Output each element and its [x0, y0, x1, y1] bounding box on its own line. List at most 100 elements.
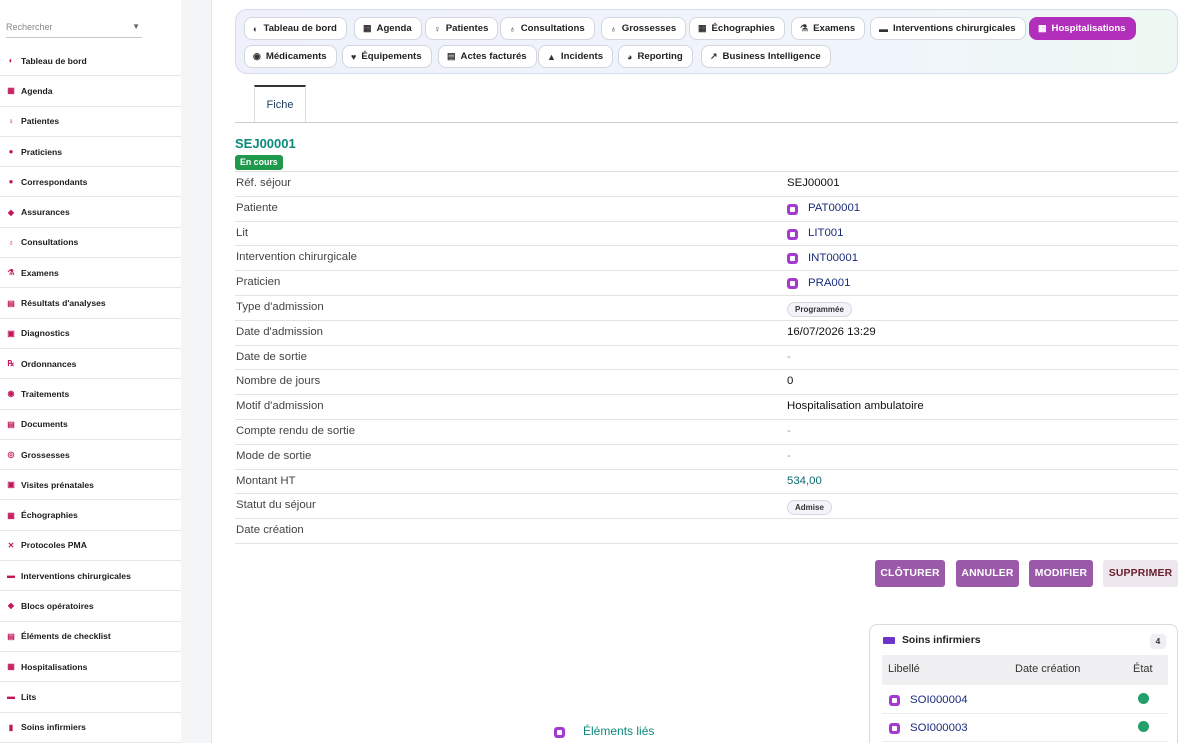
tab-agenda[interactable]: ▦ Agenda: [354, 17, 422, 40]
tab-incidents[interactable]: ▲ Incidents: [538, 45, 614, 68]
field-label: Compte rendu de sortie: [236, 424, 356, 437]
checklist-icon: ▤: [7, 631, 15, 641]
field-label: Lit: [236, 226, 249, 239]
invoice-icon: ▤: [447, 51, 456, 61]
field-row-date-d-admission: Date d'admission 16/07/2026 13:29: [235, 321, 1178, 346]
tab-business-intelligence[interactable]: ↗ Business Intelligence: [701, 45, 831, 68]
sidebar-item-praticiens[interactable]: ● Praticiens: [0, 137, 181, 168]
sidebar-item-lits[interactable]: ▬ Lits: [0, 682, 181, 713]
gauge-icon: ◐: [8, 56, 14, 66]
tab-interventions-chirurgicales[interactable]: ▬ Interventions chirurgicales: [870, 17, 1026, 40]
shield-icon: ◆: [7, 207, 15, 217]
field-label: Montant HT: [236, 474, 296, 487]
close-button[interactable]: CLÔTURER: [875, 560, 945, 587]
table-row[interactable]: SOI000004: [882, 686, 1168, 714]
warning-icon: ▲: [547, 51, 556, 62]
sidebar-item-soins-infirmiers[interactable]: ▮ Soins infirmiers: [0, 713, 181, 743]
sidebar-item-label: Échographies: [21, 510, 78, 521]
field-link[interactable]: PRA001: [787, 276, 850, 290]
sidebar-item-consultations[interactable]: ♁ Consultations: [0, 228, 181, 259]
sidebar-item-protocoles-pma[interactable]: ✕ Protocoles PMA: [0, 531, 181, 562]
tab-label: Interventions chirurgicales: [893, 23, 1016, 34]
field-label: Motif d'admission: [236, 400, 324, 413]
column-header-etat[interactable]: État: [1133, 663, 1153, 675]
edit-button[interactable]: MODIFIER: [1029, 560, 1093, 587]
field-row-patiente: Patiente PAT00001: [235, 197, 1178, 222]
record-link-icon: [889, 723, 900, 734]
pregnancy-icon: ♁: [610, 23, 617, 34]
tab-examens[interactable]: ⚗ Examens: [791, 17, 866, 40]
field-row-intervention-chirurgicale: Intervention chirurgicale INT00001: [235, 246, 1178, 272]
field-label: Date de sortie: [236, 350, 307, 363]
field-row-praticien: Praticien PRA001: [235, 271, 1178, 296]
cancel-button[interactable]: ANNULER: [956, 560, 1019, 587]
tab-label: Reporting: [637, 51, 683, 62]
sidebar-item-patientes[interactable]: ♀ Patientes: [0, 107, 181, 137]
sidebar-item-interventions-chirurgicales[interactable]: ▬ Interventions chirurgicales: [0, 561, 181, 592]
search-input[interactable]: Rechercher ▼: [6, 18, 142, 38]
tab-tableau-de-bord[interactable]: ◐ Tableau de bord: [244, 17, 347, 40]
sidebar-item-examens[interactable]: ⚗ Examens: [0, 258, 181, 289]
field-link[interactable]: INT00001: [787, 251, 858, 265]
sidebar-item-label: Blocs opératoires: [21, 600, 94, 611]
table-row[interactable]: SOI000003: [882, 714, 1168, 742]
stethoscope-icon: ♁: [8, 237, 14, 247]
female-icon: ♀: [434, 23, 441, 34]
tab-actes-factures[interactable]: ▤ Actes facturés: [438, 45, 537, 68]
tab-patientes[interactable]: ♀ Patientes: [425, 17, 499, 40]
tab-grossesses[interactable]: ♁ Grossesses: [601, 17, 687, 40]
column-header-libelle[interactable]: Libellé: [888, 663, 920, 675]
record-link-icon: [787, 253, 798, 265]
field-value: 534,00: [787, 474, 822, 487]
chevron-down-icon[interactable]: ▼: [132, 18, 140, 36]
sidebar-item-tableau-de-bord[interactable]: ◐ Tableau de bord: [0, 46, 181, 77]
soins-code-link[interactable]: SOI000003: [889, 721, 968, 734]
field-link[interactable]: PAT00001: [787, 202, 860, 215]
sidebar-item-correspondants[interactable]: ● Correspondants: [0, 167, 181, 198]
sidebar-item-echographies[interactable]: ▦ Échographies: [0, 500, 181, 531]
field-row-type-d-admission: Type d'admission Programmée: [235, 296, 1178, 321]
soins-code-link[interactable]: SOI000004: [889, 693, 968, 706]
tab-consultations[interactable]: ♁ Consultations: [500, 17, 595, 40]
sidebar-item-hospitalisations[interactable]: ▦ Hospitalisations: [0, 652, 181, 683]
field-label: Date d'admission: [236, 325, 324, 338]
tab-label: Hospitalisations: [1051, 23, 1126, 34]
sidebar-item-diagnostics[interactable]: ▣ Diagnostics: [0, 319, 181, 349]
related-elements-label: Éléments liés: [583, 724, 655, 738]
field-link-text: LIT001: [808, 227, 844, 240]
tab-medicaments[interactable]: ◉ Médicaments: [244, 45, 337, 68]
equipment-icon: ♥: [351, 51, 357, 62]
sidebar-item-traitements[interactable]: ◉ Traitements: [0, 379, 181, 410]
field-label: Patiente: [236, 201, 278, 214]
column-header-date[interactable]: Date création: [1015, 663, 1080, 675]
sidebar-item-blocs-operatoires[interactable]: ◆ Blocs opératoires: [0, 591, 181, 622]
related-elements-link[interactable]: Éléments liés: [554, 724, 654, 738]
line-chart-icon: ↗: [710, 51, 718, 61]
tab-echographies[interactable]: ▦ Échographies: [689, 17, 785, 40]
sidebar-item-visites-prenatales[interactable]: ▣ Visites prénatales: [0, 470, 181, 501]
value-chip: Programmée: [787, 301, 852, 317]
tab-reporting[interactable]: ◕ Reporting: [618, 45, 693, 68]
sidebar-item-grossesses[interactable]: ◎ Grossesses: [0, 440, 181, 471]
sidebar-item-documents[interactable]: ▤ Documents: [0, 410, 181, 440]
tab-label: Grossesses: [621, 23, 677, 34]
field-link[interactable]: LIT001: [787, 227, 843, 240]
field-value: 0: [787, 375, 794, 388]
record-link-icon: [787, 228, 798, 240]
tab-hospitalisations[interactable]: ▦ Hospitalisations: [1029, 17, 1136, 40]
tab-fiche[interactable]: Fiche: [254, 85, 306, 123]
sidebar-item-resultats-d-analyses[interactable]: ▤ Résultats d'analyses: [0, 288, 181, 319]
sidebar-item-agenda[interactable]: ▦ Agenda: [0, 76, 181, 107]
delete-button[interactable]: SUPPRIMER: [1103, 560, 1178, 587]
tab-equipements[interactable]: ♥ Équipements: [342, 45, 432, 68]
field-chip: Programmée: [787, 301, 852, 317]
field-row-compte-rendu-de-sortie: Compte rendu de sortie -: [235, 420, 1178, 445]
field-row-ref-sejour: Réf. séjour SEJ00001: [235, 172, 1178, 197]
field-label: Nombre de jours: [236, 375, 321, 388]
ultrasound-icon: ▦: [698, 23, 707, 33]
sidebar-item-elements-de-checklist[interactable]: ▤ Éléments de checklist: [0, 622, 181, 652]
sidebar-item-label: Interventions chirurgicales: [21, 570, 131, 581]
sidebar-item-ordonnances[interactable]: ℞ Ordonnances: [0, 349, 181, 380]
field-row-mode-de-sortie: Mode de sortie -: [235, 445, 1178, 470]
sidebar-item-assurances[interactable]: ◆ Assurances: [0, 197, 181, 228]
